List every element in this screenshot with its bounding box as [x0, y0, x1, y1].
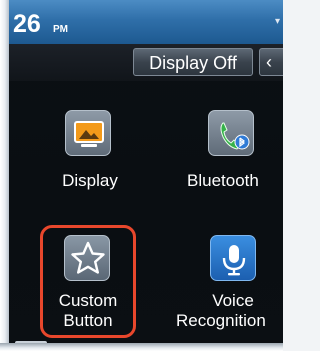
display-off-button[interactable]: Display Off — [133, 48, 253, 76]
arrow-icon[interactable]: ‹ — [259, 48, 283, 76]
voice-label-line2: Recognition — [176, 311, 266, 330]
settings-screen: 26 PM ▾ Display Off ‹ Display Bluetooth — [0, 0, 283, 351]
bluetooth-tile[interactable]: Bluetooth — [183, 105, 283, 205]
bluetooth-label: Bluetooth — [187, 171, 259, 190]
voice-label-line1: Voice — [212, 291, 254, 310]
bluetooth-phone-icon — [208, 110, 254, 156]
device-bezel-bottom — [0, 343, 283, 351]
display-icon — [65, 110, 111, 156]
selection-highlight — [40, 225, 136, 338]
device-bezel-left — [0, 0, 9, 351]
voice-recognition-tile[interactable]: Voice Recognition — [176, 225, 283, 338]
display-tile[interactable]: Display — [40, 105, 140, 205]
microphone-icon — [210, 235, 256, 281]
signal-icon: ▾ — [274, 16, 280, 27]
display-label: Display — [62, 171, 118, 190]
toolbar: Display Off ‹ — [0, 44, 283, 81]
clock-ampm: PM — [53, 24, 68, 35]
clock-time: 26 — [13, 10, 41, 38]
status-bar: 26 PM ▾ — [0, 0, 283, 45]
